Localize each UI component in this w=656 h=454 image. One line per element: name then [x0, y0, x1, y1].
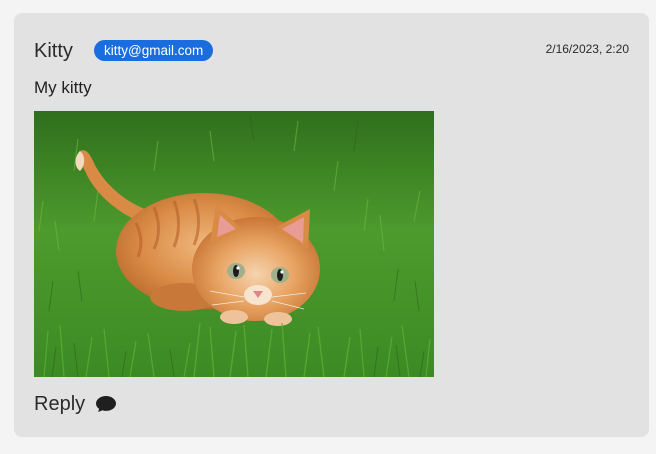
speech-bubble-icon — [96, 396, 117, 412]
cat-photo — [34, 111, 434, 377]
reply-label: Reply — [34, 393, 86, 415]
author-email-badge[interactable]: kitty@gmail.com — [94, 40, 214, 61]
post-timestamp: 2/16/2023, 2:20 — [545, 42, 629, 56]
post-image[interactable] — [34, 111, 434, 377]
post-card: Kitty kitty@gmail.com 2/16/2023, 2:20 My… — [14, 13, 649, 437]
reply-button[interactable]: Reply — [34, 392, 117, 416]
post-author: Kitty — [34, 40, 73, 62]
post-message: My kitty — [34, 78, 92, 97]
